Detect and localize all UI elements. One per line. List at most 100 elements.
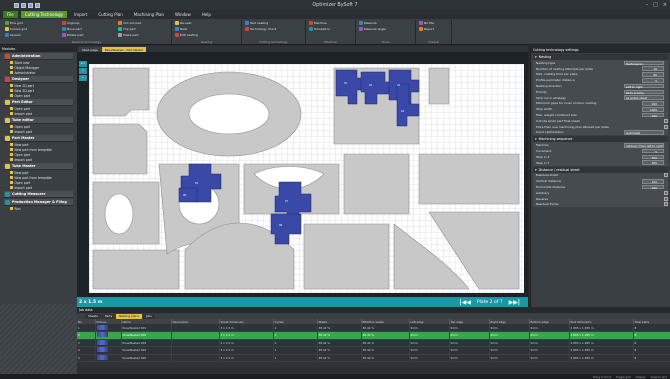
module-item[interactable]: Import part [4,129,73,134]
settings-value[interactable]: 100 [642,101,664,106]
table-cell: 5mm [409,354,450,362]
menu-item-help[interactable]: Help [198,11,215,18]
settings-value[interactable]: 100 [642,178,664,184]
settings-checkbox[interactable] [664,196,668,201]
module-item[interactable]: Open part [4,93,73,98]
module-header-0[interactable]: Administration [4,53,73,60]
module-item[interactable]: Import part [4,157,73,162]
zoom-one-to-one-button[interactable]: 1:1 [79,61,87,67]
module-header-6[interactable]: Cutting Measurer [4,191,73,198]
status-item[interactable]: Bring to front [593,375,611,379]
menu-item-machining-plan[interactable]: Machining Plan [130,11,168,18]
settings-checkbox[interactable] [664,118,668,123]
module-header-1[interactable]: Designer [4,76,73,83]
table-cell: 8 [633,354,670,362]
minimize-icon[interactable]: – [646,2,649,8]
module-item[interactable]: Administrator [4,70,73,75]
settings-checkbox[interactable] [664,124,668,129]
module-header-4[interactable]: Part Master [4,135,73,142]
module-header-7[interactable]: Production Manager & Filing [4,199,73,206]
settings-value[interactable]: 100 [642,184,664,190]
job-tab[interactable]: Parts [101,313,116,319]
menu-item-cutting-technology[interactable]: Cutting Technology [20,11,68,18]
ribbon-button-paste-part[interactable]: Paste part [118,33,139,37]
expand-icon[interactable]: ▾ [535,137,537,141]
ribbon-button-rotate-part[interactable]: Rotate part [61,33,84,37]
settings-value[interactable]: Optimized [624,130,664,135]
settings-value[interactable]: 1000 [642,106,664,112]
job-tab[interactable]: Jobs [142,313,155,319]
menu-item-file[interactable]: File [3,11,18,18]
settings-value[interactable]: 300 [642,160,664,165]
ribbon-icon [309,21,313,25]
ribbon-button-simulation[interactable]: Simulation [309,27,330,31]
settings-value[interactable]: 5 [642,148,664,154]
ribbon-button-cut-out-part[interactable]: Cut out part [118,21,141,25]
ribbon-button-move-part[interactable]: Move part [61,27,82,31]
expand-icon[interactable]: ▾ [535,55,537,59]
ribbon-button-nc-file[interactable]: NC file [419,21,434,25]
ribbon-button-technology-check[interactable]: Technology check [245,27,277,31]
table-cell: 2 [77,331,96,340]
module-icon [5,76,10,82]
ribbon-button-measure[interactable]: Measure [359,21,377,25]
settings-value[interactable]: 5 [642,77,664,83]
settings-value[interactable]: As entire sheet [624,95,664,100]
settings-value[interactable]: Left to right [624,83,664,89]
nesting-canvas[interactable]: 1:1 ⤢ + 01 02 03 04 05 06 07 08 2 x 1.5 … [77,52,528,307]
ribbon-button-re-nest[interactable]: Re-nest [175,21,191,25]
table-row[interactable]: 1 PanelNested 001 3 x 1.5 m 1 38.44 % 38.44 %… [77,324,670,332]
table-row[interactable]: 5 PanelNested 005 3 x 1.5 m 1 38.44 % 38.44 %… [77,354,670,362]
table-cell: 8 [633,346,670,355]
zoom-fit-button[interactable]: ⤢ [79,68,87,74]
module-header-2[interactable]: Part Editor [4,99,73,106]
status-item[interactable]: Snap to grid [651,375,667,379]
settings-value[interactable]: Vertical / From left to right [624,142,664,148]
menu-item-import[interactable]: Import [70,11,91,18]
ribbon-button-machine[interactable]: Machine [309,21,327,25]
settings-value[interactable]: 300 [642,154,664,159]
last-plate-icon[interactable]: ▶▶| [509,299,520,306]
settings-value[interactable]: Rectangular [624,60,664,66]
ribbon-button-label: Simulation [314,27,330,31]
job-tab[interactable]: Sheets [85,313,101,319]
settings-checkbox[interactable] [664,190,668,195]
menu-item-window[interactable]: Window [171,11,195,18]
module-item-label: Import part [14,157,33,162]
ribbon-button-measure-angle[interactable]: Measure angle [359,27,386,31]
ribbon-button-spread[interactable]: Spread [5,33,21,37]
settings-value[interactable]: Parts priority [624,89,664,95]
ribbon-button-report[interactable]: Report [419,27,434,31]
ribbon-button-edit-nesting[interactable]: Edit nesting [175,33,198,37]
close-icon[interactable]: × [663,2,667,8]
job-tab[interactable]: Nesting plans [116,313,142,319]
ribbon-button-nest[interactable]: Nest [175,27,187,31]
maximize-icon[interactable]: □ [653,2,658,8]
settings-value[interactable]: 60 [642,72,664,77]
menu-item-cutting-plan[interactable]: Cutting Plan [94,11,126,18]
table-row[interactable]: 4 PanelNested 004 3 x 1.5 m 1 38.44 % 38.44 %… [77,346,670,355]
settings-value[interactable]: 10 [642,66,664,71]
nesting-sheet[interactable]: 01 02 03 04 05 06 07 08 [89,64,524,293]
status-bar: Bring to front Toggle grid Display Snap to … [0,374,670,379]
first-plate-icon[interactable]: |◀◀ [460,299,471,306]
ribbon-button-ungroup[interactable]: Ungroup [61,21,79,25]
table-row[interactable]: 2 PanelNested 002 3 x 1.5 m 1 38.44 % 38.44 %… [77,331,670,340]
expand-icon[interactable]: ▾ [535,168,537,172]
ribbon-button-fine-grid[interactable]: Fine grid [5,21,23,25]
settings-value[interactable]: 100 [642,112,664,118]
ribbon-button-coarse-grid[interactable]: Coarse grid [5,27,27,31]
ribbon-button-flip-part[interactable]: Flip part [118,27,136,31]
module-item[interactable]: Run [4,206,73,211]
settings-checkbox[interactable] [664,202,668,207]
status-item[interactable]: Toggle grid [616,375,631,379]
module-header-5[interactable]: Tube Master [4,163,73,170]
module-item[interactable]: Import part [4,185,73,190]
settings-checkbox[interactable] [664,173,668,178]
table-row[interactable]: 3 PanelNested 003 3 x 1.5 m 1 38.44 % 38.44 %… [77,339,670,347]
zoom-in-button[interactable]: + [79,75,87,81]
status-item[interactable]: Display [636,375,646,379]
module-item[interactable]: Import part [4,111,73,116]
ribbon-button-text-nesting[interactable]: Text nesting [245,21,268,25]
module-header-3[interactable]: Tube editor [4,117,73,124]
